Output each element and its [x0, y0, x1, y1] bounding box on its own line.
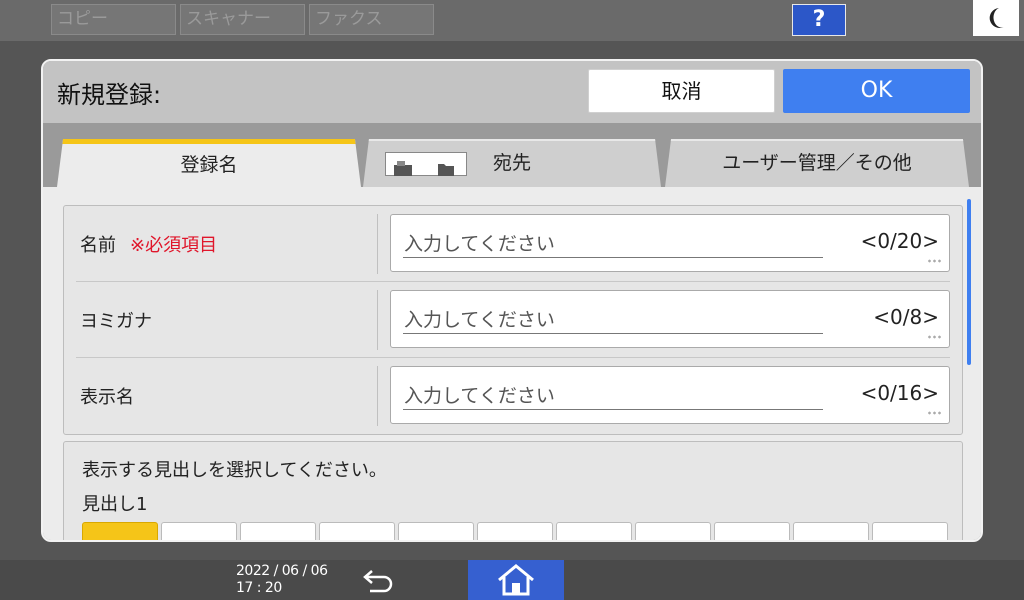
tab-bar: 登録名 宛先 ユーザー管理／その他 — [43, 123, 981, 187]
moon-icon — [989, 8, 1004, 28]
tab-label: 登録名 — [180, 154, 238, 176]
date-time: 2022 / 06 / 06 17 : 20 — [236, 563, 328, 597]
name-input[interactable]: 入力してください <0/20> — [390, 214, 950, 272]
heading-key[interactable] — [872, 522, 948, 540]
more-icon — [927, 259, 941, 263]
date: 2022 / 06 / 06 — [236, 563, 328, 579]
tab-destination[interactable]: 宛先 — [363, 139, 661, 187]
heading-key[interactable] — [477, 522, 553, 540]
energy-saver-button[interactable] — [973, 0, 1019, 36]
folder-icon — [438, 164, 454, 176]
tab-label: 宛先 — [492, 152, 531, 174]
name-fields-group: 名前 ※必須項目 入力してください <0/20> ヨミガナ 入力してください <0… — [63, 205, 963, 435]
more-icon — [927, 411, 941, 415]
tab-user-management[interactable]: ユーザー管理／その他 — [665, 139, 969, 187]
more-icon — [927, 335, 941, 339]
back-button[interactable] — [360, 565, 400, 595]
display-name-label: 表示名 — [80, 387, 134, 408]
dialog-title: 新規登録: — [57, 81, 162, 109]
back-arrow-icon — [363, 570, 393, 593]
name-label: 名前 ※必須項目 — [80, 235, 218, 256]
dialog-header: 新規登録: 取消 OK — [43, 61, 981, 123]
reading-row: ヨミガナ 入力してください <0/8> — [76, 282, 950, 358]
character-counter: <0/8> — [873, 305, 939, 329]
tab-registration-name[interactable]: 登録名 — [57, 139, 361, 187]
heading-key[interactable] — [635, 522, 711, 540]
heading-key[interactable] — [398, 522, 474, 540]
reading-input[interactable]: 入力してください <0/8> — [390, 290, 950, 348]
heading-key[interactable] — [161, 522, 237, 540]
heading-label: 見出し1 — [82, 494, 148, 515]
heading-selection-group: 表示する見出しを選択してください。 見出し1 — [63, 441, 963, 540]
heading-key[interactable] — [240, 522, 316, 540]
required-marker: ※必須項目 — [130, 235, 218, 256]
fax-icon — [394, 161, 412, 176]
heading-key[interactable] — [793, 522, 869, 540]
home-icon — [498, 564, 534, 596]
heading-keys — [82, 522, 952, 540]
tab-scanner[interactable]: スキャナー — [180, 4, 305, 35]
ok-button[interactable]: OK — [783, 69, 970, 113]
home-button[interactable] — [468, 560, 564, 600]
new-registration-dialog: 新規登録: 取消 OK 登録名 宛先 ユーザー管理／その他 名前 ※必須項目 入… — [41, 59, 983, 542]
heading-instruction: 表示する見出しを選択してください。 — [82, 460, 387, 481]
reading-label: ヨミガナ — [80, 311, 152, 332]
display-name-row: 表示名 入力してください <0/16> — [76, 358, 950, 434]
display-name-input[interactable]: 入力してください <0/16> — [390, 366, 950, 424]
tab-label: ユーザー管理／その他 — [722, 152, 912, 174]
name-row: 名前 ※必須項目 入力してください <0/20> — [76, 206, 950, 282]
top-bar: コピー スキャナー ファクス ? — [0, 0, 1024, 41]
character-counter: <0/20> — [860, 229, 939, 253]
heading-key[interactable] — [82, 522, 158, 540]
tab-fax[interactable]: ファクス — [309, 4, 434, 35]
heading-key[interactable] — [714, 522, 790, 540]
heading-key[interactable] — [556, 522, 632, 540]
bottom-bar: 2022 / 06 / 06 17 : 20 — [0, 560, 1024, 600]
cancel-button[interactable]: 取消 — [588, 69, 775, 113]
scrollbar[interactable] — [967, 199, 971, 365]
character-counter: <0/16> — [860, 381, 939, 405]
destination-type-icons — [385, 152, 467, 176]
help-button[interactable]: ? — [792, 4, 846, 36]
tab-content: 名前 ※必須項目 入力してください <0/20> ヨミガナ 入力してください <0… — [43, 187, 981, 540]
tab-copy[interactable]: コピー — [51, 4, 176, 35]
time: 17 : 20 — [236, 580, 282, 596]
heading-key[interactable] — [319, 522, 395, 540]
